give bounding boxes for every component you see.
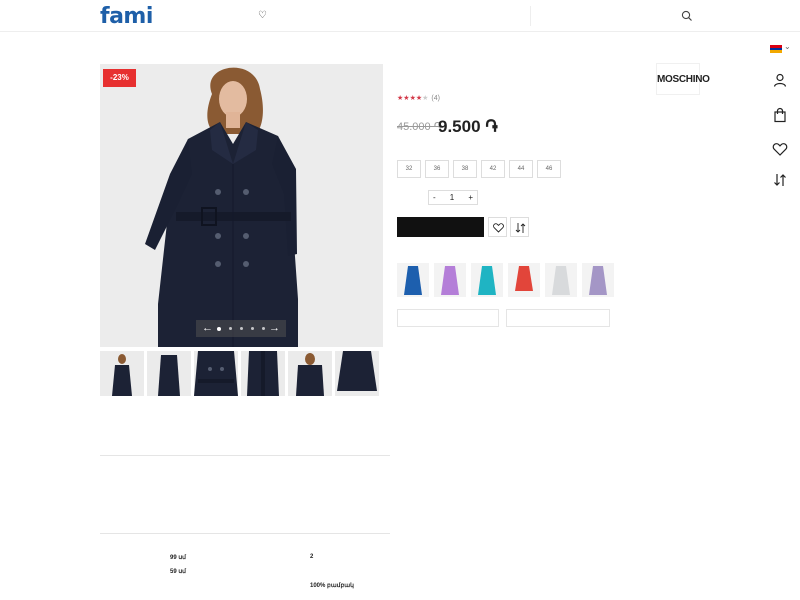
flag-stripe-orange <box>770 50 782 53</box>
main-nav <box>162 10 270 21</box>
logo-text: fami <box>100 4 153 29</box>
param-value: 59 սմ <box>170 569 186 575</box>
param-value: 99 սմ <box>170 555 186 561</box>
thumbnail[interactable] <box>100 351 144 396</box>
size-option[interactable]: 42 <box>481 160 505 178</box>
quantity-decrement-button[interactable]: - <box>433 193 436 202</box>
image-slider-controls: ← → <box>196 320 286 337</box>
color-variants <box>397 263 614 297</box>
chevron-down-icon[interactable]: ⌄ <box>784 42 791 51</box>
discount-badge: -23% <box>103 69 136 87</box>
thumbnail[interactable] <box>147 351 191 396</box>
new-price: 9.500 ֏ <box>438 117 498 136</box>
thumbnail[interactable] <box>335 351 379 396</box>
color-variant[interactable] <box>582 263 614 297</box>
shopping-bag-icon[interactable] <box>772 107 788 123</box>
color-variant[interactable] <box>471 263 503 297</box>
compare-button[interactable] <box>510 217 529 237</box>
old-price: 45.000 ֏ <box>397 121 442 133</box>
color-variant[interactable] <box>397 263 429 297</box>
param-value: 2 <box>310 554 314 560</box>
product-main-image[interactable]: -23% ← → <box>100 64 383 347</box>
user-icon[interactable] <box>772 72 788 88</box>
review-count: (4) <box>431 95 440 102</box>
wishlist-button[interactable] <box>488 217 507 237</box>
slide-dot[interactable] <box>229 326 232 330</box>
site-logo[interactable]: fami <box>100 4 153 29</box>
quantity-increment-button[interactable]: + <box>468 193 473 202</box>
size-table-button[interactable] <box>506 309 610 327</box>
rating-stars[interactable]: ★★★★★ (4) <box>397 94 440 102</box>
size-option[interactable]: 32 <box>397 160 421 178</box>
thumbnail[interactable] <box>194 351 238 396</box>
coat-model-illustration <box>100 64 383 347</box>
arrow-right-icon[interactable]: → <box>269 323 280 334</box>
quantity-value[interactable]: 1 <box>450 193 454 202</box>
color-variant[interactable] <box>508 263 540 297</box>
slide-dots <box>217 326 265 331</box>
divider <box>100 533 390 534</box>
compare-icon <box>515 223 526 233</box>
slide-dot[interactable] <box>251 326 254 330</box>
size-option[interactable]: 38 <box>453 160 477 178</box>
divider <box>100 455 390 456</box>
nav-item-special[interactable] <box>258 10 270 21</box>
slide-dot[interactable] <box>262 326 265 330</box>
arrow-left-icon[interactable]: ← <box>202 323 213 334</box>
thumbnail-strip <box>100 351 379 396</box>
brand-logo[interactable]: MOSCHINO <box>656 63 710 95</box>
param-value: 100% բամբակ <box>310 583 354 589</box>
size-selector: 32 36 38 42 44 46 <box>397 160 561 178</box>
slide-dot[interactable] <box>240 326 243 330</box>
slide-dot[interactable] <box>217 326 221 331</box>
thumbnail[interactable] <box>288 351 332 396</box>
star-empty-icon: ★ <box>422 95 429 102</box>
search-box[interactable] <box>530 6 700 26</box>
heart-icon <box>493 223 504 233</box>
size-option[interactable]: 44 <box>509 160 533 178</box>
search-icon[interactable] <box>680 9 694 23</box>
quantity-stepper: - 1 + <box>428 190 478 205</box>
language-flag-icon[interactable] <box>770 45 782 53</box>
delivery-info-button[interactable] <box>397 309 499 327</box>
add-to-cart-button[interactable] <box>397 217 484 237</box>
heart-icon[interactable] <box>772 141 788 157</box>
size-option[interactable]: 36 <box>425 160 449 178</box>
thumbnail[interactable] <box>241 351 285 396</box>
color-variant[interactable] <box>434 263 466 297</box>
top-header: fami <box>0 0 800 32</box>
size-option[interactable]: 46 <box>537 160 561 178</box>
color-variant[interactable] <box>545 263 577 297</box>
compare-icon[interactable] <box>772 172 788 188</box>
